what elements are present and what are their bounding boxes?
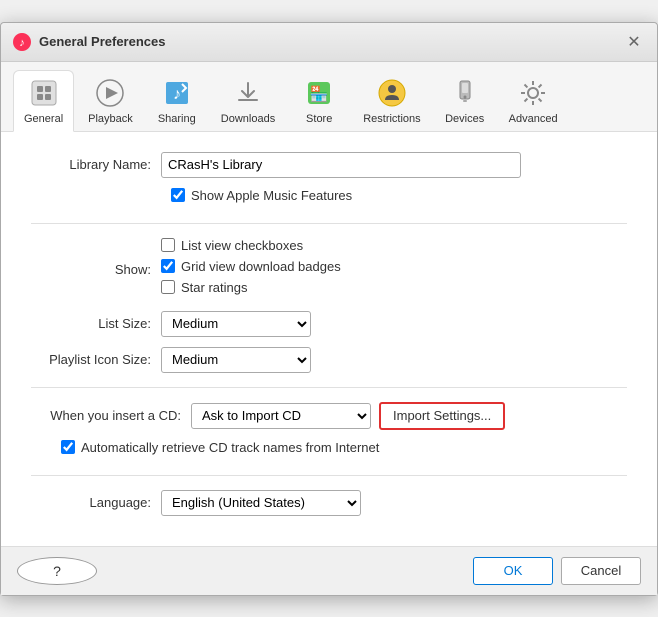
svg-text:♪: ♪ [19,37,25,49]
advanced-icon [517,77,549,109]
star-ratings-row[interactable]: Star ratings [161,280,627,295]
tab-sharing-label: Sharing [158,113,196,125]
star-ratings-label: Star ratings [181,280,247,295]
language-dropdown[interactable]: English (United States) French German Sp… [161,490,361,516]
content-area: Library Name: Show Apple Music Features … [1,132,657,546]
grid-view-badges-label: Grid view download badges [181,259,341,274]
cancel-button[interactable]: Cancel [561,557,641,585]
apple-music-label: Show Apple Music Features [191,188,352,203]
language-row: Language: English (United States) French… [31,490,627,516]
devices-icon [449,77,481,109]
tab-playback[interactable]: Playback [78,71,143,131]
window: ♪ General Preferences ✕ General [0,22,658,596]
footer-buttons: OK Cancel [473,557,641,585]
tab-playback-label: Playback [88,113,133,125]
tab-restrictions-label: Restrictions [363,113,420,125]
tab-store[interactable]: 🏪 Store [289,71,349,131]
close-button[interactable]: ✕ [623,31,645,53]
divider-2 [31,387,627,388]
tab-restrictions[interactable]: Restrictions [353,71,430,131]
tab-advanced[interactable]: Advanced [499,71,568,131]
restrictions-icon [376,77,408,109]
svg-text:🏪: 🏪 [310,85,329,103]
auto-retrieve-checkbox-label[interactable]: Automatically retrieve CD track names fr… [61,440,379,455]
list-size-label: List Size: [31,316,161,331]
tab-store-label: Store [306,113,332,125]
tab-downloads[interactable]: Downloads [211,71,285,131]
grid-view-badges-checkbox[interactable] [161,259,175,273]
language-label: Language: [31,495,161,510]
window-title: General Preferences [39,34,165,49]
auto-retrieve-row: Automatically retrieve CD track names fr… [61,440,627,461]
footer: ? OK Cancel [1,546,657,595]
list-view-checkboxes-row[interactable]: List view checkboxes [161,238,627,253]
list-view-checkboxes-checkbox[interactable] [161,238,175,252]
tab-advanced-label: Advanced [509,113,558,125]
library-name-input[interactable] [161,152,521,178]
auto-retrieve-label: Automatically retrieve CD track names fr… [81,440,379,455]
library-name-row: Library Name: [31,152,627,178]
playlist-icon-size-row: Playlist Icon Size: Small Medium Large [31,347,627,373]
cd-insert-row: When you insert a CD: Ask to Import CD I… [31,402,627,430]
apple-music-checkbox-label[interactable]: Show Apple Music Features [171,188,352,203]
playback-icon [94,77,126,109]
apple-music-row: Show Apple Music Features [171,188,627,209]
divider-3 [31,475,627,476]
tab-sharing[interactable]: ♪ Sharing [147,71,207,131]
tab-downloads-label: Downloads [221,113,275,125]
ok-button[interactable]: OK [473,557,553,585]
cd-insert-label: When you insert a CD: [31,408,191,423]
playlist-icon-size-label: Playlist Icon Size: [31,352,161,367]
tab-devices[interactable]: Devices [435,71,495,131]
show-row: Show: List view checkboxes Grid view dow… [31,238,627,301]
title-bar: ♪ General Preferences ✕ [1,23,657,62]
sharing-icon: ♪ [161,77,193,109]
apple-music-checkbox[interactable] [171,188,185,202]
list-view-checkboxes-label: List view checkboxes [181,238,303,253]
tab-general-label: General [24,113,63,125]
tab-general[interactable]: General [13,70,74,132]
downloads-icon [232,77,264,109]
show-label: Show: [31,262,161,277]
divider-1 [31,223,627,224]
playlist-icon-size-dropdown[interactable]: Small Medium Large [161,347,311,373]
app-icon: ♪ [13,33,31,51]
list-size-row: List Size: Small Medium Large [31,311,627,337]
toolbar: General Playback ♪ Sharing [1,62,657,132]
star-ratings-checkbox[interactable] [161,280,175,294]
svg-text:♪: ♪ [173,86,181,103]
grid-view-badges-row[interactable]: Grid view download badges [161,259,627,274]
auto-retrieve-checkbox[interactable] [61,440,75,454]
list-size-dropdown[interactable]: Small Medium Large [161,311,311,337]
help-button[interactable]: ? [17,557,97,585]
library-name-label: Library Name: [31,157,161,172]
tab-devices-label: Devices [445,113,484,125]
store-icon: 🏪 [303,77,335,109]
cd-insert-dropdown[interactable]: Ask to Import CD Import CD Import CD and… [191,403,371,429]
general-icon [28,77,60,109]
import-settings-button[interactable]: Import Settings... [379,402,505,430]
